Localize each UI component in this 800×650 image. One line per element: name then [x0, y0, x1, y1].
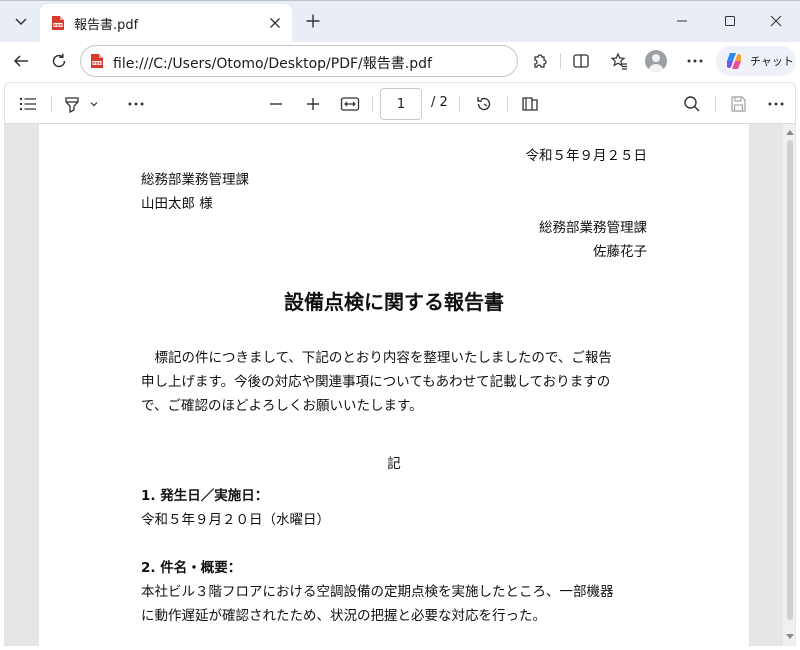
- intro-line: 標記の件につきまして、下記のとおり内容を整理いたしましたので、ご報告: [141, 350, 612, 366]
- scroll-down-icon[interactable]: [785, 632, 795, 642]
- toolbar-divider: [51, 96, 52, 112]
- tab-title: 報告書.pdf: [74, 18, 139, 33]
- puzzle-icon: [531, 52, 549, 70]
- recipient-name: 山田太郎 様: [141, 196, 213, 212]
- plus-icon: [305, 13, 321, 29]
- more-tools-button[interactable]: [121, 89, 151, 119]
- sender-name: 佐藤花子: [593, 244, 647, 260]
- extensions-button[interactable]: [525, 46, 555, 76]
- highlight-button[interactable]: [57, 89, 87, 119]
- plus-icon: [306, 97, 320, 111]
- toolbar-divider: [715, 96, 716, 112]
- toolbar-divider: [459, 96, 460, 112]
- profile-avatar[interactable]: [645, 50, 667, 72]
- ki-heading: 記: [387, 456, 401, 472]
- highlighter-icon: [63, 95, 81, 113]
- minimize-icon: [676, 15, 688, 27]
- section-line: 令和５年９月２０日（水曜日）: [141, 512, 330, 528]
- minimize-button[interactable]: [658, 1, 706, 41]
- scroll-thumb[interactable]: [787, 140, 793, 620]
- address-bar[interactable]: PDF file:///C:/Users/Otomo/Desktop/PDF/報…: [80, 45, 518, 77]
- toolbar-divider: [507, 96, 508, 112]
- arrow-left-icon: [12, 52, 30, 70]
- page-total: / 2: [431, 95, 448, 110]
- pdf-viewer[interactable]: 令和５年９月２５日 総務部業務管理課 山田太郎 様 総務部業務管理課 佐藤花子 …: [4, 124, 796, 646]
- toolbar-divider: [372, 96, 373, 112]
- back-button[interactable]: [6, 46, 36, 76]
- more-options-button[interactable]: [680, 46, 710, 76]
- minus-icon: [269, 97, 283, 111]
- document-title: 設備点検に関する報告書: [284, 290, 504, 314]
- page-view-icon: [521, 96, 539, 112]
- page-number-input[interactable]: 1: [380, 88, 422, 120]
- split-screen-icon: [572, 52, 590, 70]
- tab-actions-button[interactable]: [6, 7, 36, 35]
- maximize-button[interactable]: [706, 1, 754, 41]
- pdf-page: 令和５年９月２５日 総務部業務管理課 山田太郎 様 総務部業務管理課 佐藤花子 …: [39, 124, 749, 646]
- section-heading: 2. 件名・概要：: [141, 560, 242, 576]
- split-screen-button[interactable]: [566, 46, 596, 76]
- chevron-down-icon: [89, 99, 99, 109]
- section-line: 本社ビル３階フロアにおける空調設備の定期点検を実施したところ、一部機器: [141, 584, 614, 600]
- copilot-icon: [724, 51, 744, 71]
- search-button[interactable]: [677, 89, 707, 119]
- tab-bar: PDF 報告書.pdf: [0, 0, 800, 43]
- section-heading: 1. 発生日／実施日：: [141, 488, 269, 504]
- close-icon: [269, 17, 281, 29]
- copilot-chat-button[interactable]: チャット: [716, 46, 796, 76]
- zoom-in-button[interactable]: [298, 89, 328, 119]
- star-list-icon: [610, 52, 628, 70]
- intro-line: で、ご確認のほどよろしくお願いいたします。: [141, 398, 423, 414]
- page-view-button[interactable]: [515, 89, 545, 119]
- fit-to-width-button[interactable]: [335, 89, 365, 119]
- section-line: に動作遅延が確認されたため、状況の把握と必要な対応を行った。: [141, 608, 546, 624]
- chevron-down-icon: [14, 14, 28, 28]
- fit-width-icon: [340, 96, 360, 112]
- refresh-icon: [50, 52, 68, 70]
- vertical-scrollbar[interactable]: [783, 124, 795, 646]
- list-icon: [19, 97, 37, 111]
- tab-close-button[interactable]: [264, 12, 286, 34]
- scroll-up-icon[interactable]: [785, 127, 795, 137]
- rotate-button[interactable]: [469, 89, 499, 119]
- close-window-button[interactable]: [752, 1, 800, 41]
- highlight-options-dropdown[interactable]: [85, 89, 103, 119]
- maximize-icon: [724, 15, 736, 27]
- pdf-file-icon: PDF: [50, 15, 66, 31]
- svg-text:PDF: PDF: [93, 61, 102, 65]
- copilot-label: チャット: [750, 55, 794, 68]
- address-url: file:///C:/Users/Otomo/Desktop/PDF/報告書.p…: [113, 56, 432, 72]
- favorites-button[interactable]: [604, 46, 634, 76]
- save-icon: [729, 95, 747, 113]
- pdf-file-icon: PDF: [89, 53, 105, 69]
- tab-active[interactable]: PDF 報告書.pdf: [40, 4, 292, 43]
- svg-text:PDF: PDF: [54, 23, 63, 27]
- new-tab-button[interactable]: [298, 7, 328, 35]
- table-of-contents-button[interactable]: [13, 89, 43, 119]
- rotate-icon: [475, 95, 493, 113]
- navigation-bar: PDF file:///C:/Users/Otomo/Desktop/PDF/報…: [0, 42, 800, 80]
- ellipsis-icon: [128, 102, 144, 106]
- intro-line: 申し上げます。今後の対応や関連事項についてもあわせて記載しておりますの: [141, 374, 611, 390]
- recipient-department: 総務部業務管理課: [141, 172, 249, 188]
- sender-department: 総務部業務管理課: [539, 220, 647, 236]
- refresh-button[interactable]: [44, 46, 74, 76]
- search-icon: [683, 95, 701, 113]
- zoom-out-button[interactable]: [261, 89, 291, 119]
- ellipsis-icon: [687, 59, 703, 63]
- save-button[interactable]: [723, 89, 753, 119]
- pdf-more-options-button[interactable]: [761, 89, 791, 119]
- ellipsis-icon: [768, 102, 784, 106]
- close-icon: [770, 15, 782, 27]
- document-date: 令和５年９月２５日: [525, 148, 648, 164]
- pdf-toolbar: 1 / 2: [4, 82, 796, 124]
- toolbar-divider: [560, 53, 561, 69]
